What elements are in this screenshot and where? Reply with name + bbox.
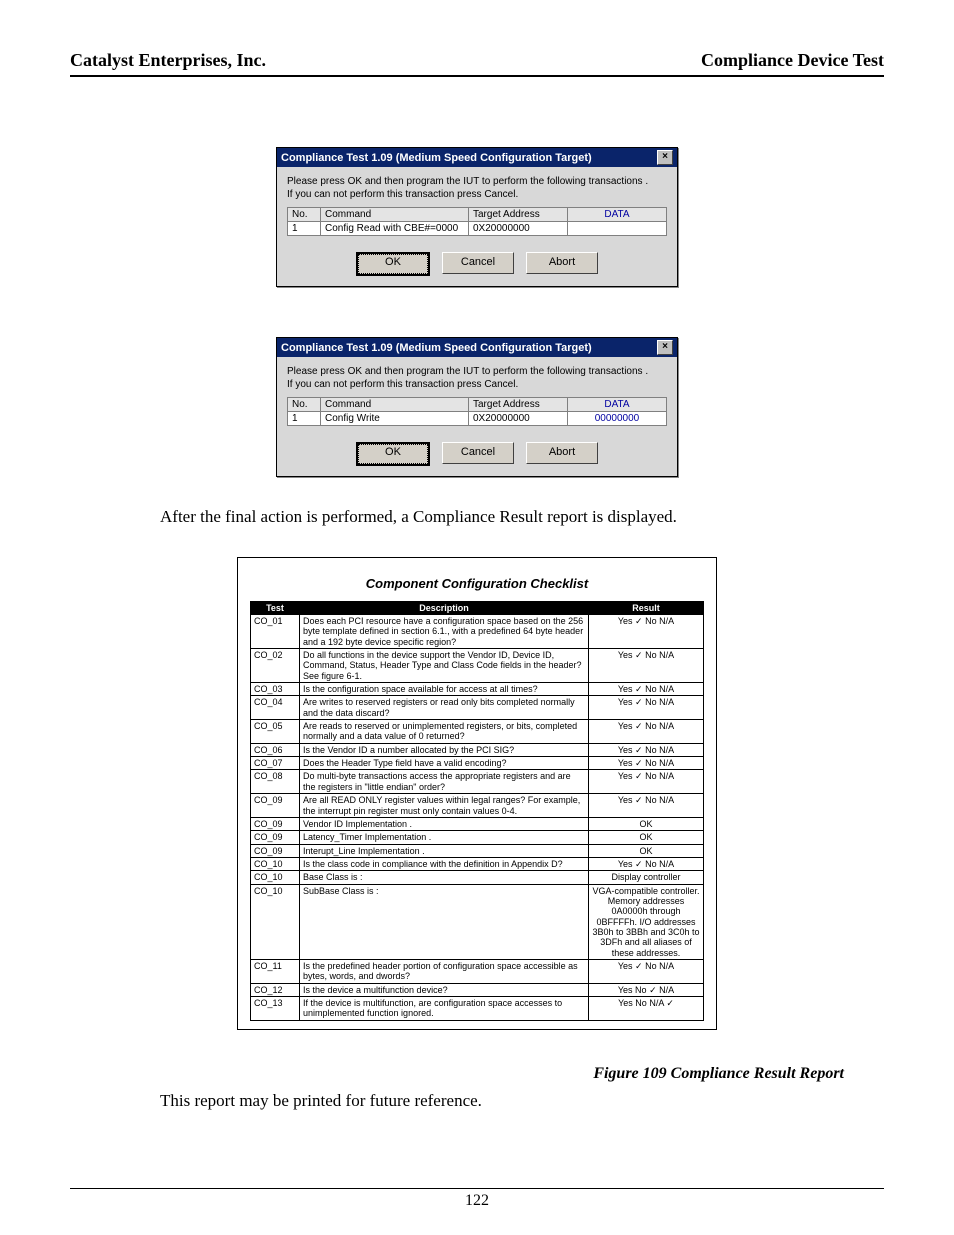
abort-button[interactable]: Abort xyxy=(526,442,598,464)
dialog-titlebar: Compliance Test 1.09 (Medium Speed Confi… xyxy=(277,148,677,167)
ok-button[interactable]: OK xyxy=(356,252,430,276)
col-no: No. xyxy=(288,208,321,222)
table-row: CO_06Is the Vendor ID a number allocated… xyxy=(251,743,704,756)
compliance-dialog-2: Compliance Test 1.09 (Medium Speed Confi… xyxy=(276,337,678,477)
table-row: 1 Config Write 0X20000000 00000000 xyxy=(288,412,667,426)
header-right: Compliance Device Test xyxy=(701,50,884,71)
col-result: Result xyxy=(589,602,704,615)
figure-caption: Figure 109 Compliance Result Report xyxy=(70,1065,844,1083)
table-row: CO_02Do all functions in the device supp… xyxy=(251,649,704,683)
col-command: Command xyxy=(321,398,469,412)
table-row: CO_08Do multi-byte transactions access t… xyxy=(251,770,704,794)
table-row: CO_03Is the configuration space availabl… xyxy=(251,683,704,696)
abort-button[interactable]: Abort xyxy=(526,252,598,274)
compliance-result-report: Component Configuration Checklist Test D… xyxy=(237,557,717,1030)
table-row: CO_04Are writes to reserved registers or… xyxy=(251,696,704,720)
close-icon[interactable]: × xyxy=(657,150,673,165)
page-header: Catalyst Enterprises, Inc. Compliance De… xyxy=(70,50,884,77)
dialog-instruction: Please press OK and then program the IUT… xyxy=(287,365,667,391)
cancel-button[interactable]: Cancel xyxy=(442,252,514,274)
table-row: CO_05Are reads to reserved or unimplemen… xyxy=(251,720,704,744)
table-row: CO_09Are all READ ONLY register values w… xyxy=(251,794,704,818)
col-test: Test xyxy=(251,602,300,615)
col-address: Target Address xyxy=(469,398,568,412)
table-row: CO_12Is the device a multifunction devic… xyxy=(251,983,704,996)
checklist-table: Test Description Result CO_01Does each P… xyxy=(250,601,704,1021)
page-number: 122 xyxy=(70,1188,884,1210)
body-paragraph: After the final action is performed, a C… xyxy=(160,507,794,527)
transaction-table: No. Command Target Address DATA 1 Config… xyxy=(287,397,667,426)
table-row: CO_01Does each PCI resource have a confi… xyxy=(251,615,704,649)
table-row: CO_09Vendor ID Implementation .OK xyxy=(251,817,704,830)
checklist-title: Component Configuration Checklist xyxy=(250,576,704,591)
ok-button[interactable]: OK xyxy=(356,442,430,466)
table-row: CO_10Is the class code in compliance wit… xyxy=(251,857,704,870)
table-row: CO_09Interupt_Line Implementation .OK xyxy=(251,844,704,857)
dialog-title: Compliance Test 1.09 (Medium Speed Confi… xyxy=(281,342,592,354)
col-no: No. xyxy=(288,398,321,412)
table-row: 1 Config Read with CBE#=0000 0X20000000 xyxy=(288,222,667,236)
col-address: Target Address xyxy=(469,208,568,222)
table-row: CO_11Is the predefined header portion of… xyxy=(251,959,704,983)
table-row: CO_10Base Class is :Display controller xyxy=(251,871,704,884)
col-data: DATA xyxy=(568,208,667,222)
body-paragraph: This report may be printed for future re… xyxy=(160,1091,794,1111)
col-command: Command xyxy=(321,208,469,222)
table-row: CO_13If the device is multifunction, are… xyxy=(251,997,704,1021)
col-data: DATA xyxy=(568,398,667,412)
compliance-dialog-1: Compliance Test 1.09 (Medium Speed Confi… xyxy=(276,147,678,287)
table-row: CO_09Latency_Timer Implementation .OK xyxy=(251,831,704,844)
header-left: Catalyst Enterprises, Inc. xyxy=(70,50,266,71)
table-row: CO_10SubBase Class is :VGA-compatible co… xyxy=(251,884,704,959)
dialog-titlebar: Compliance Test 1.09 (Medium Speed Confi… xyxy=(277,338,677,357)
dialog-instruction: Please press OK and then program the IUT… xyxy=(287,175,667,201)
table-row: CO_07Does the Header Type field have a v… xyxy=(251,757,704,770)
col-description: Description xyxy=(300,602,589,615)
dialog-title: Compliance Test 1.09 (Medium Speed Confi… xyxy=(281,152,592,164)
cancel-button[interactable]: Cancel xyxy=(442,442,514,464)
close-icon[interactable]: × xyxy=(657,340,673,355)
transaction-table: No. Command Target Address DATA 1 Config… xyxy=(287,207,667,236)
